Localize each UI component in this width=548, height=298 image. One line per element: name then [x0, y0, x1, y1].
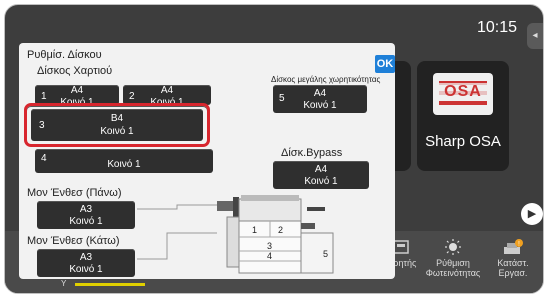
inserter-lower-label: Μον Ένθεσ (Κάτω) — [27, 235, 120, 247]
brightness-icon — [445, 239, 461, 255]
sharp-osa-label: Sharp OSA — [425, 133, 501, 150]
tray-size: B4 — [110, 113, 124, 124]
tray-4-button[interactable]: 4 Κοινό 1 — [35, 149, 213, 173]
tray-3-button[interactable]: 3 B4 Κοινό 1 — [31, 109, 203, 141]
sharp-osa-logo-icon: OSA — [433, 73, 493, 115]
inserter-lower-button[interactable]: A3 Κοινό 1 — [37, 249, 135, 277]
tray-size: A4 — [313, 88, 327, 99]
bypass-tray-button[interactable]: A4 Κοινό 1 — [273, 161, 369, 189]
home-screen: 10:15 ◂ OSA Sharp OSA ▶ ετρητής Ρύθμιση … — [4, 4, 544, 294]
inserter-upper-button[interactable]: A3 Κοινό 1 — [37, 201, 135, 229]
brightness-item[interactable]: Ρύθμιση Φωτεινότητας — [425, 239, 481, 278]
tray-type: Κοινό 1 — [303, 100, 337, 111]
side-tab-icon[interactable]: ◂ — [527, 23, 543, 49]
tray-type: Κοινό 1 — [107, 159, 141, 170]
inserter-upper-label: Μον Ένθεσ (Πάνω) — [27, 187, 122, 199]
diagram-tray-3: 3 — [267, 241, 272, 251]
tray-1-button[interactable]: 1 A4 Κοινό 1 — [35, 85, 119, 105]
logo-text: OSA — [433, 83, 493, 101]
ok-button[interactable]: OK — [375, 55, 395, 73]
tray-size: A3 — [79, 204, 93, 215]
job-status-label: Κατάστ. Εργασ. — [497, 258, 529, 278]
diagram-tray-1: 1 — [252, 225, 257, 235]
tray-2-button[interactable]: 2 A4 Κοινό 1 — [123, 85, 211, 105]
toner-indicator: Y — [61, 279, 151, 291]
tray-size: A4 — [314, 164, 328, 175]
job-status-icon: ! — [504, 239, 523, 254]
tray-size: A3 — [79, 252, 93, 263]
toner-level-bar — [75, 283, 145, 286]
job-status-item[interactable]: ! Κατάστ. Εργασ. — [483, 239, 543, 278]
diagram-tray-2: 2 — [278, 225, 283, 235]
diagram-tray-4: 4 — [267, 251, 272, 261]
tray-size: A4 — [70, 85, 84, 96]
tray-type: Κοινό 1 — [69, 264, 103, 275]
lcc-tray-button[interactable]: 5 A4 Κοινό 1 — [273, 85, 367, 113]
dialog-title: Ρυθμίσ. Δίσκου — [27, 49, 102, 61]
bypass-label: Δίσκ.Bypass — [281, 147, 343, 159]
brightness-label: Ρύθμιση Φωτεινότητας — [425, 258, 481, 278]
tray-type: Κοινό 1 — [69, 216, 103, 227]
tray-type: Κοινό 1 — [304, 176, 338, 187]
tray-size: A4 — [160, 85, 174, 96]
diagram-tray-5: 5 — [323, 249, 328, 259]
printer-diagram-icon: 1 2 3 4 5 — [137, 195, 334, 274]
toner-label: Y — [61, 279, 67, 288]
paper-trays-label: Δίσκος Χαρτιού — [37, 65, 113, 77]
tray-type: Κοινό 1 — [100, 126, 134, 137]
clock: 10:15 — [477, 19, 518, 36]
lcc-label: Δίσκος μεγάλης χωρητικότητας — [271, 75, 381, 84]
tray-settings-dialog: Ρυθμίσ. Δίσκου OK Δίσκος Χαρτιού 1 A4 Κο… — [19, 43, 395, 279]
sharp-osa-tile[interactable]: OSA Sharp OSA — [417, 61, 509, 171]
home-tile-partial[interactable] — [393, 61, 411, 171]
next-page-icon[interactable]: ▶ — [521, 203, 543, 225]
